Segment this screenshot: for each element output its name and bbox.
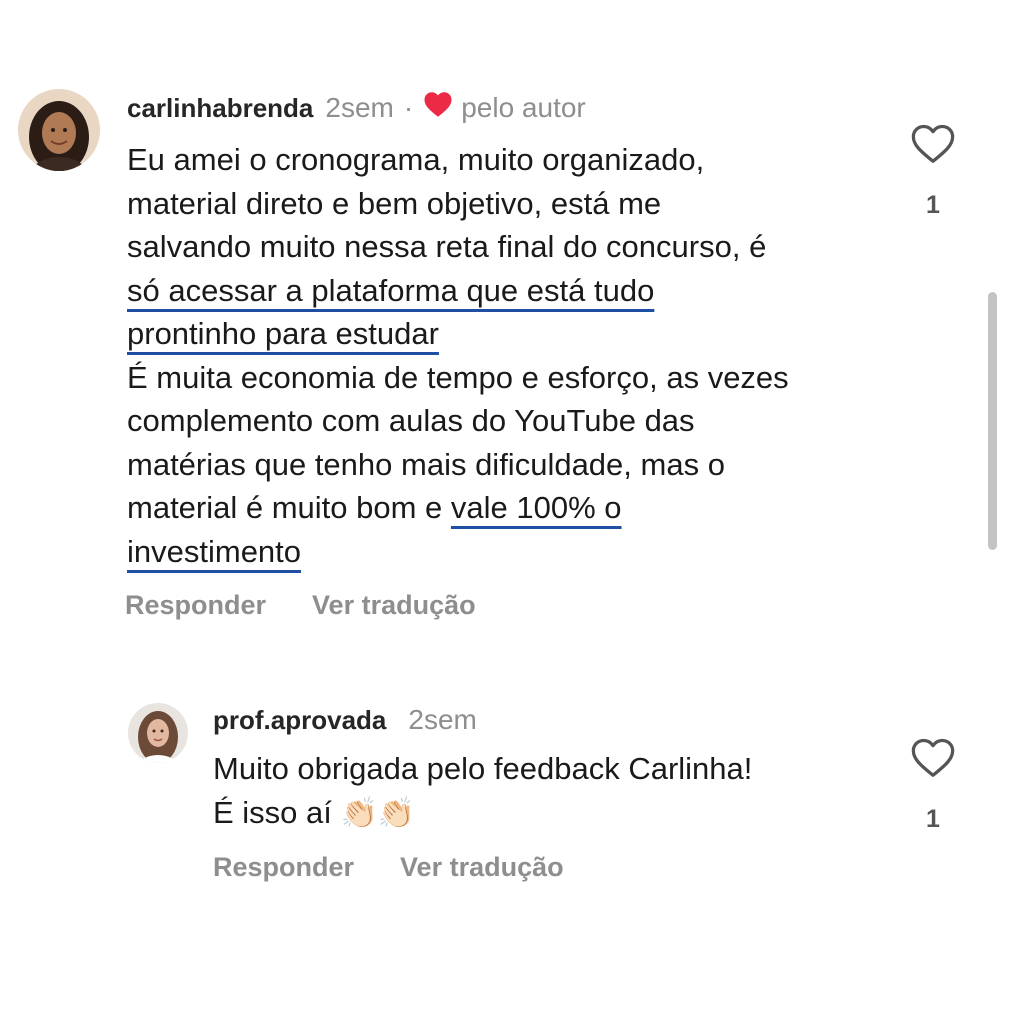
like-count: 1 <box>926 805 940 833</box>
separator: · <box>403 92 414 123</box>
highlighted-text: vale 100% o <box>450 490 622 525</box>
heart-outline-icon[interactable] <box>910 124 956 169</box>
comment-line: Muito obrigada pelo feedback Carlinha! <box>213 751 753 786</box>
comment-line: É isso aí <box>213 794 332 830</box>
highlighted-text: só acessar a plataforma que está tudo <box>127 272 655 308</box>
reply-button[interactable]: Responder <box>213 852 354 883</box>
comment-header: carlinhabrenda 2sem · pelo autor <box>127 88 586 128</box>
comment-line: salvando muito nessa reta final do concu… <box>127 229 767 264</box>
comment-header: prof.aprovada 2sem <box>213 700 477 740</box>
comment-text: Muito obrigada pelo feedback Carlinha! É… <box>213 747 752 834</box>
username[interactable]: carlinhabrenda <box>127 93 313 124</box>
avatar[interactable] <box>128 703 188 763</box>
comment-line: material direto e bem objetivo, está me <box>127 185 662 221</box>
comment-line: É muita economia de tempo e esforço, as … <box>127 359 789 395</box>
username[interactable]: prof.aprovada <box>213 705 386 736</box>
comment-line: complemento com aulas do YouTube das <box>127 403 695 438</box>
heart-filled-icon <box>423 91 453 125</box>
comment-actions: Responder Ver tradução <box>213 852 564 883</box>
clapping-hands-emoji: 👏🏻👏🏻 <box>340 796 416 830</box>
timestamp: 2sem <box>408 704 477 735</box>
comment-line: matérias que tenho mais dificuldade, mas… <box>127 446 725 482</box>
liked-by-author-label: pelo autor <box>461 92 586 123</box>
heart-outline-icon[interactable] <box>910 738 956 783</box>
like-column: 1 <box>908 738 958 834</box>
like-column: 1 <box>908 124 958 220</box>
see-translation-button[interactable]: Ver tradução <box>400 852 564 883</box>
reply-button[interactable]: Responder <box>125 590 266 621</box>
comment-actions: Responder Ver tradução <box>125 590 476 621</box>
avatar[interactable] <box>18 89 100 171</box>
scrollbar[interactable] <box>988 292 997 550</box>
like-count: 1 <box>926 191 940 219</box>
highlighted-text: prontinho para estudar <box>127 316 439 351</box>
highlighted-text: investimento <box>127 533 302 569</box>
see-translation-button[interactable]: Ver tradução <box>312 590 476 621</box>
comment-line: Eu amei o cronograma, muito organizado, <box>127 142 705 177</box>
timestamp: 2sem <box>325 92 394 123</box>
comment-text: Eu amei o cronograma, muito organizado, … <box>127 138 789 573</box>
comment-line: material é muito bom e <box>127 490 451 525</box>
